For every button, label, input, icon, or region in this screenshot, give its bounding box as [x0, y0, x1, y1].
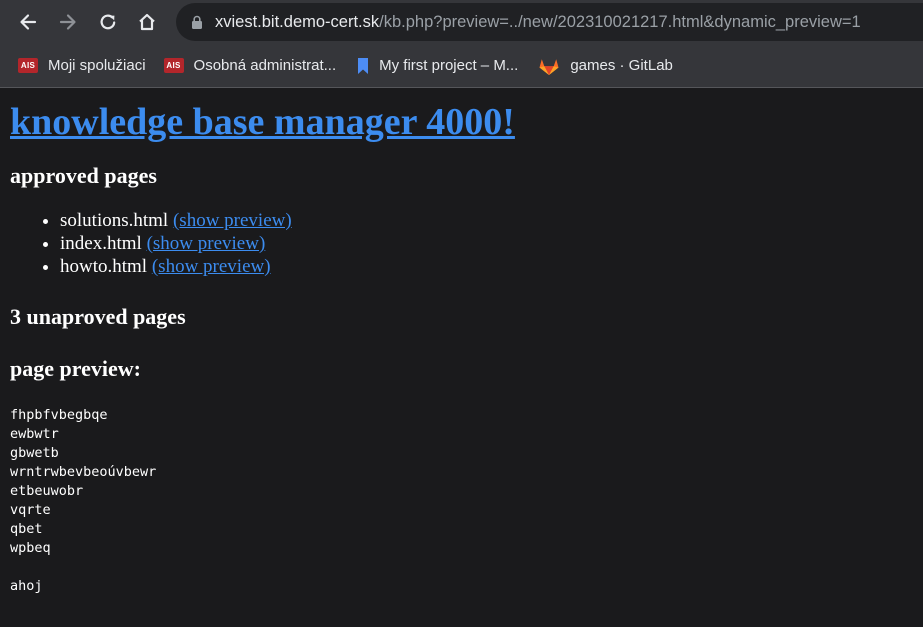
address-bar[interactable]: xviest.bit.demo-cert.sk/kb.php?preview=.…	[176, 3, 923, 41]
page-preview-content: fhpbfvbegbqe ewbwtr gbwetb wrntrwbevbeoú…	[10, 407, 157, 594]
ais-icon: AIS	[163, 58, 184, 73]
list-item: index.html (show preview)	[60, 232, 913, 255]
page-name: index.html	[60, 233, 142, 254]
page-name: solutions.html	[60, 210, 169, 231]
bookmark-label: My first project – M...	[379, 57, 519, 74]
approved-pages-heading: approved pages	[10, 163, 157, 188]
gitlab-icon	[538, 56, 560, 76]
arrow-left-icon	[20, 14, 37, 30]
bookmark-osobna-administratíva[interactable]: AIS Osobná administrat...	[156, 50, 345, 82]
bookmark-icon	[357, 57, 369, 75]
reload-icon	[100, 14, 116, 30]
bookmark-label: Osobná administrat...	[193, 57, 337, 74]
ais-icon: AIS	[18, 58, 38, 73]
page-name: howto.html	[60, 256, 148, 277]
unapproved-pages-heading: 3 unaproved pages	[10, 304, 186, 329]
page-preview-heading: page preview:	[10, 356, 141, 381]
list-item: solutions.html (show preview)	[60, 209, 913, 232]
page-content: knowledge base manager 4000! approved pa…	[0, 100, 923, 596]
url-path: /kb.php?preview=../new/202310021217.html…	[379, 12, 861, 31]
lock-icon[interactable]	[191, 15, 203, 30]
url-host: xviest.bit.demo-cert.sk	[215, 12, 380, 31]
list-item: howto.html (show preview)	[60, 255, 913, 278]
home-button[interactable]	[127, 0, 167, 44]
page-title: knowledge base manager 4000!	[10, 100, 913, 144]
bookmark-my-first-project[interactable]: My first project – M...	[349, 50, 526, 82]
back-button[interactable]	[8, 0, 48, 44]
bookmark-games-gitlab[interactable]: games · GitLab	[530, 50, 681, 82]
bookmarks-bar: AIS Moji spolužiaci AIS Osobná administr…	[0, 44, 923, 88]
show-preview-link[interactable]: (show preview)	[147, 233, 266, 254]
bookmark-label: games · GitLab	[570, 57, 673, 74]
home-icon	[139, 13, 155, 31]
forward-button[interactable]	[48, 0, 88, 44]
browser-toolbar: xviest.bit.demo-cert.sk/kb.php?preview=.…	[0, 0, 923, 44]
page-title-link[interactable]: knowledge base manager 4000!	[10, 101, 515, 143]
show-preview-link[interactable]: (show preview)	[173, 210, 292, 231]
bookmark-label: Moji spolužiaci	[48, 57, 146, 74]
approved-pages-list: solutions.html (show preview) index.html…	[10, 209, 913, 278]
bookmark-moji-spoluziaci[interactable]: AIS Moji spolužiaci	[10, 50, 154, 82]
show-preview-link[interactable]: (show preview)	[152, 256, 271, 277]
arrow-right-icon	[59, 14, 76, 30]
reload-button[interactable]	[88, 0, 128, 44]
